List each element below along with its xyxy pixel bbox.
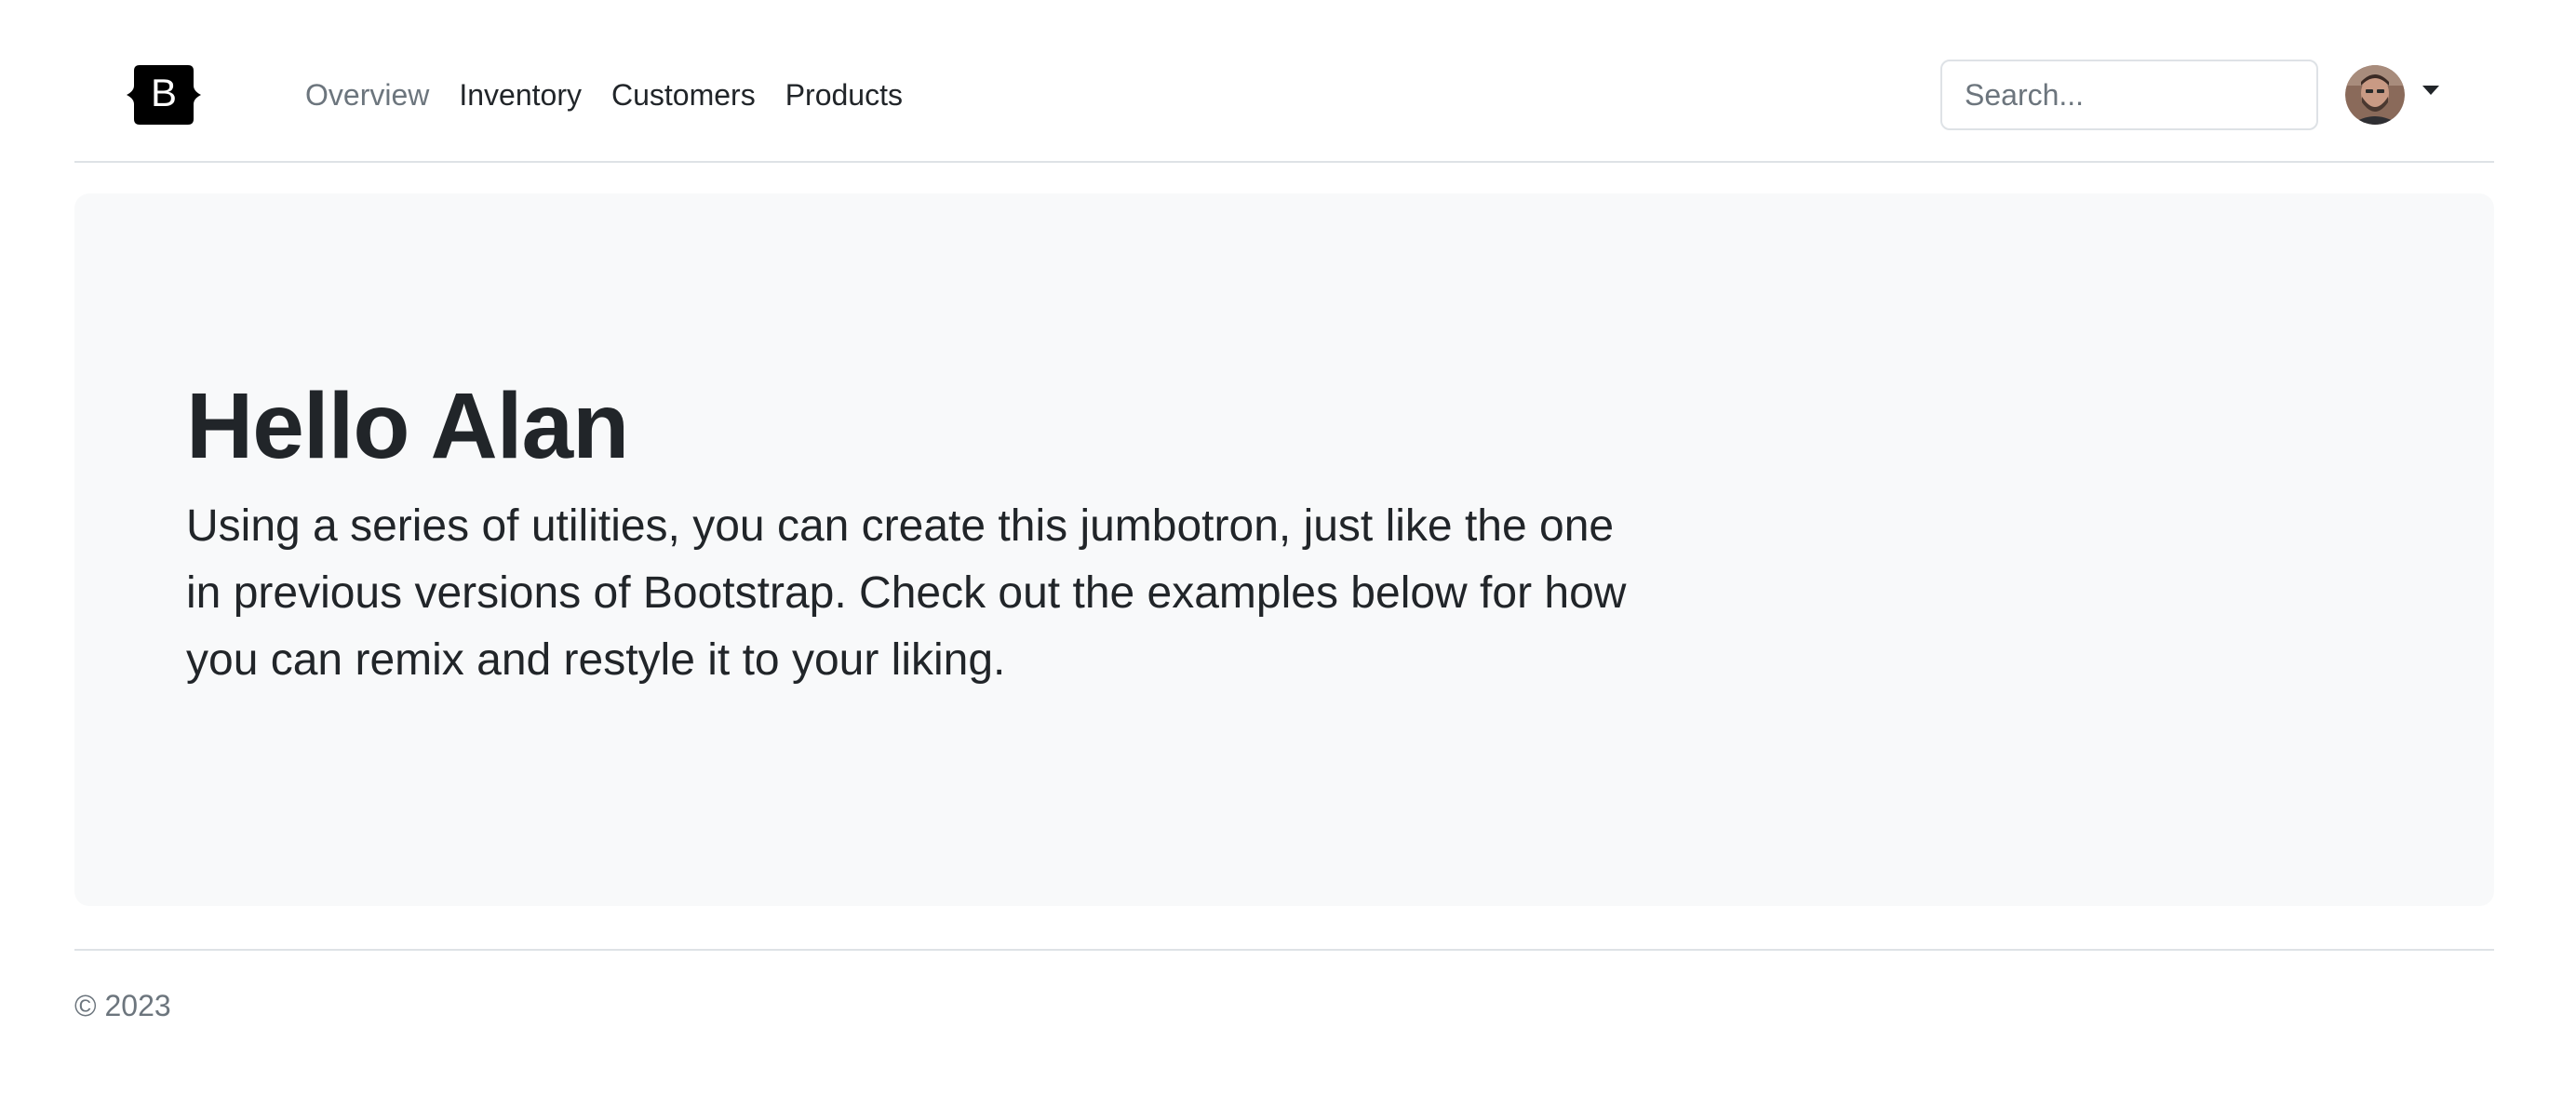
nav-products[interactable]: Products: [771, 78, 918, 112]
caret-down-icon: [2422, 86, 2439, 95]
user-avatar[interactable]: [2345, 65, 2405, 125]
copyright-text: © 2023: [74, 989, 171, 1022]
site-footer: © 2023: [74, 949, 2494, 1044]
svg-text:B: B: [151, 71, 177, 114]
page-container: B Overview Inventory Customers Products: [74, 0, 2494, 1022]
user-menu-dropdown[interactable]: [2345, 65, 2448, 127]
search-input[interactable]: [1940, 60, 2318, 130]
jumbotron-text: Using a series of utilities, you can cre…: [186, 501, 1627, 685]
site-header: B Overview Inventory Customers Products: [74, 0, 2494, 163]
bootstrap-logo-icon[interactable]: B: [127, 65, 201, 125]
jumbotron: Hello Alan Using a series of utilities, …: [74, 193, 2494, 906]
nav-overview[interactable]: Overview: [290, 78, 444, 112]
main-nav: Overview Inventory Customers Products: [290, 71, 918, 119]
jumbotron-title: Hello Alan: [186, 374, 629, 478]
nav-inventory[interactable]: Inventory: [444, 78, 597, 112]
nav-customers[interactable]: Customers: [597, 78, 771, 112]
